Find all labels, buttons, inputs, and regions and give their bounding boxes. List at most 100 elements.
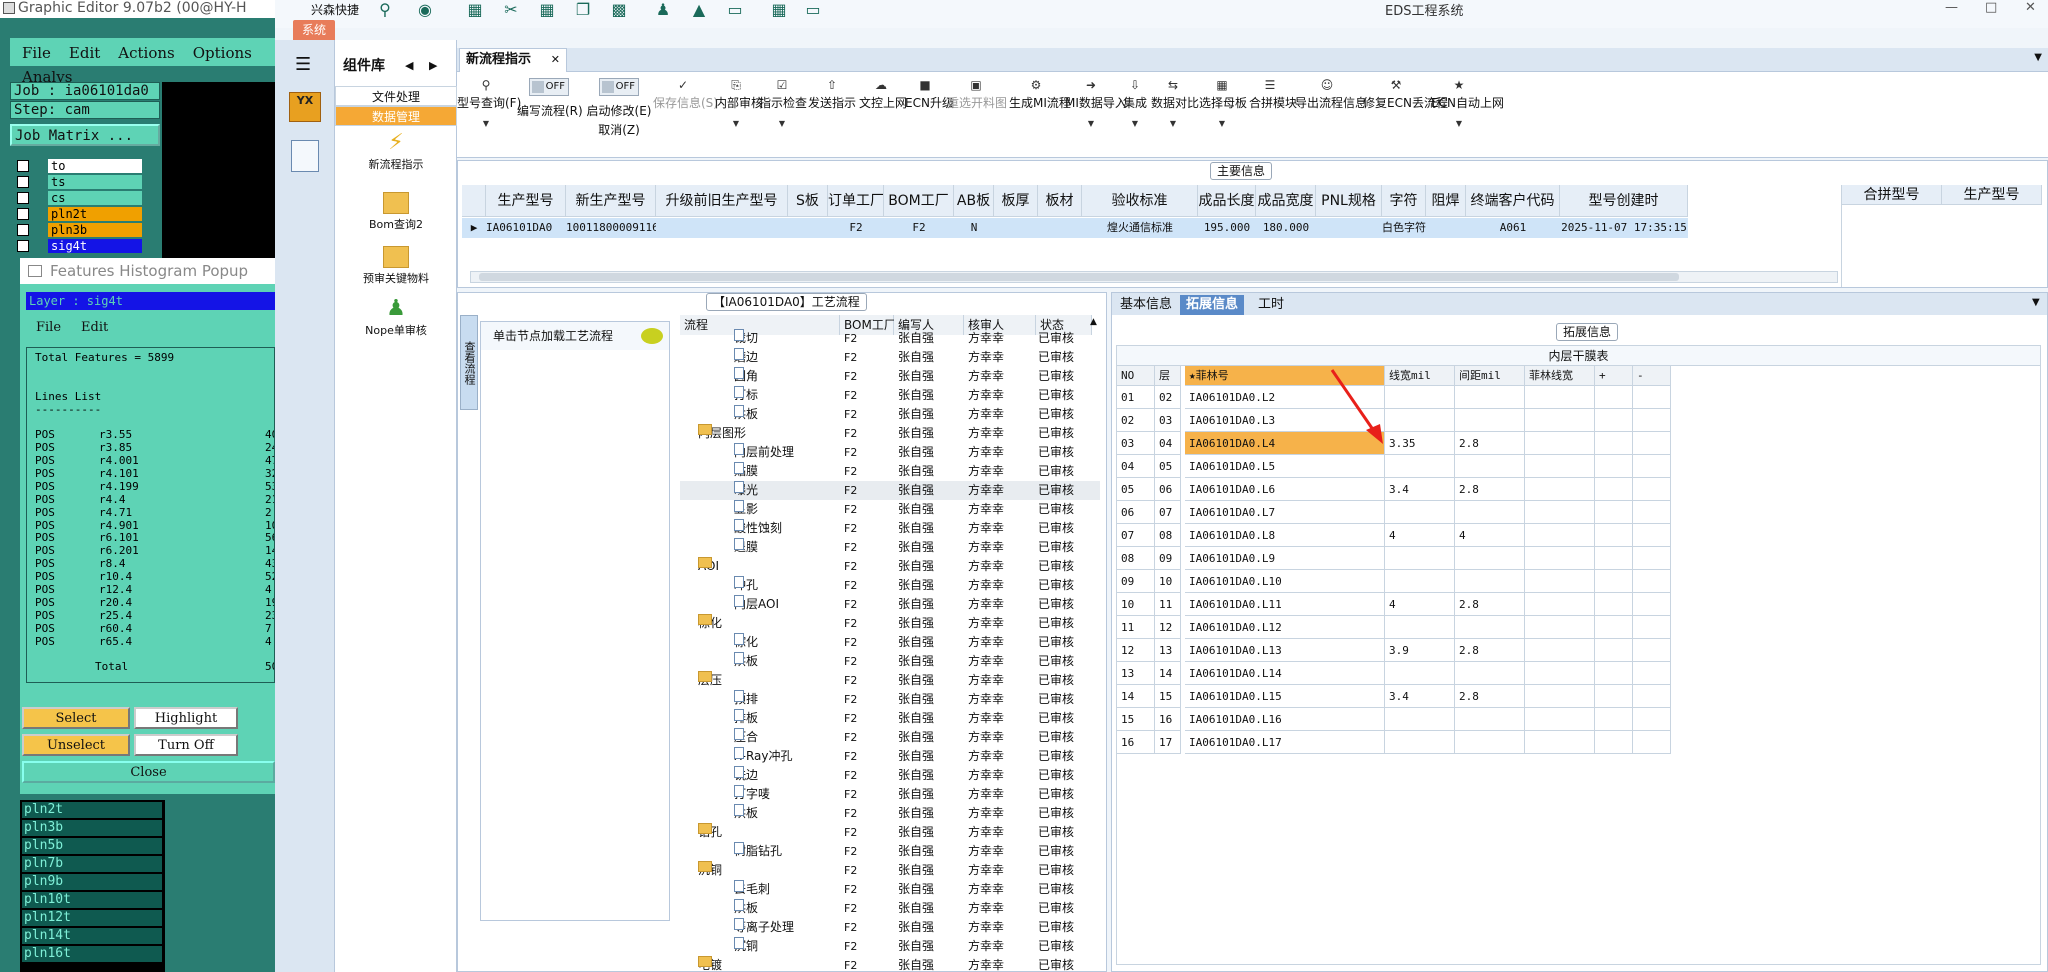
laminate-cell[interactable]: 3.35 [1385,432,1455,455]
tree-folder-node[interactable]: −棕化 [698,614,722,633]
laminate-cell[interactable]: 03 [1155,409,1181,432]
laminate-cell[interactable]: 11 [1117,616,1155,639]
laminate-cell[interactable]: 10 [1155,570,1181,593]
tree-row[interactable]: 等离子处理 F2 张自强 方幸幸 已审核 [680,918,1100,937]
lib-tab-data[interactable]: 数据管理 [335,106,457,126]
menu-actions[interactable]: Actions [106,38,180,62]
tree-leaf-node[interactable]: 显影 [734,500,758,519]
tree-leaf-node[interactable]: 烘板 [734,804,758,823]
laminate-cell[interactable]: IA06101DA0.L6 [1185,478,1385,501]
laminate-cell[interactable]: 4 [1385,593,1455,616]
laminate-cell[interactable] [1525,455,1595,478]
toggle-switch[interactable]: OFF [599,78,639,96]
column-header[interactable]: AB板 [954,185,994,217]
toolbar-button[interactable]: ■ ECN升级 [905,78,954,158]
tree-row[interactable]: −电镀 F2 张自强 方幸幸 已审核 [680,956,1100,972]
table-cell[interactable]: 180.000 [1256,218,1316,238]
laminate-cell[interactable] [1385,409,1455,432]
toolbar-button[interactable]: OFF 编写流程(R) [517,78,583,158]
laminate-cell[interactable]: IA06101DA0.L17 [1185,731,1385,754]
laminate-column-header[interactable]: 间距mil [1455,366,1525,386]
lifebuoy-icon[interactable]: ◉ [415,1,435,19]
table-cell[interactable] [1426,218,1466,238]
laminate-cell[interactable] [1525,386,1595,409]
toolbar-button[interactable]: ☁ 文控上网 [859,78,907,158]
laminate-cell[interactable]: 12 [1155,616,1181,639]
monitor-icon[interactable]: ▭ [725,1,745,19]
row-selector[interactable]: ▶ [462,218,486,238]
laminate-cell[interactable] [1633,616,1671,639]
laminate-cell[interactable] [1595,685,1633,708]
laminate-row[interactable]: 10 11 IA06101DA0.L11 4 2.8 [1117,593,1677,616]
tree-leaf-node[interactable]: 打字唛 [734,785,770,804]
table-cell[interactable]: F2 [828,218,884,238]
laminate-cell[interactable]: IA06101DA0.L9 [1185,547,1385,570]
layer-list-item[interactable]: pln16t [22,946,162,962]
laminate-cell[interactable] [1525,731,1595,754]
yx-factory-icon[interactable]: YX [289,92,321,122]
toolbar-button[interactable]: ⇆ 数据对比 ▼ [1151,78,1199,158]
toolbar-button[interactable]: ⚲ 型号查询(F) ▼ [457,78,521,158]
laminate-cell[interactable]: IA06101DA0.L7 [1185,501,1385,524]
laminate-cell[interactable]: 3.4 [1385,685,1455,708]
laminate-cell[interactable] [1633,570,1671,593]
tree-row[interactable]: 压合 F2 张自强 方幸幸 已审核 [680,728,1100,747]
laminate-cell[interactable]: 05 [1117,478,1155,501]
laminate-cell[interactable] [1525,662,1595,685]
laminate-cell[interactable] [1595,524,1633,547]
laminate-cell[interactable] [1525,708,1595,731]
table-cell[interactable]: 煌火通信标准 [1082,218,1198,238]
laminate-cell[interactable]: IA06101DA0.L13 [1185,639,1385,662]
laminate-row[interactable]: 09 10 IA06101DA0.L10 [1117,570,1677,593]
layer-checkbox[interactable] [17,240,29,252]
scissors-icon[interactable]: ✂ [501,1,521,19]
laminate-cell[interactable]: 02 [1155,386,1181,409]
laminate-cell[interactable] [1525,593,1595,616]
laminate-cell[interactable]: 01 [1117,386,1155,409]
tree-leaf-node[interactable]: 棕化 [734,633,758,652]
tree-folder-node[interactable]: −电镀 [698,956,722,972]
calculator-icon[interactable] [291,140,319,172]
laminate-cell[interactable] [1385,455,1455,478]
tree-row[interactable]: 烘板 F2 张自强 方幸幸 已审核 [680,804,1100,823]
chevron-down-icon[interactable]: ▼ [715,119,757,128]
minimize-icon[interactable]: — [1945,0,1958,15]
laminate-cell[interactable]: 07 [1155,501,1181,524]
tree-row[interactable]: −沉铜 F2 张自强 方幸幸 已审核 [680,861,1100,880]
toolbar-button[interactable]: ➜ MI数据导入 ▼ [1065,78,1127,158]
toolbar-button[interactable]: ⇩ 集成 ▼ [1121,78,1149,158]
column-header[interactable]: PNL规格 [1316,185,1382,217]
laminate-cell[interactable] [1455,501,1525,524]
column-header[interactable]: 板材 [1038,185,1082,217]
book-icon[interactable]: ▭ [803,1,823,19]
tree-leaf-node[interactable]: 磨边 [734,348,758,367]
apps-icon[interactable]: ▩ [609,1,629,19]
toolbar-button[interactable]: ⚙ 生成MI流程 [1009,78,1071,158]
laminate-cell[interactable] [1595,639,1633,662]
tree-leaf-node[interactable]: 退膜 [734,538,758,557]
column-header[interactable]: BOM工厂 [884,185,954,217]
horizontal-scrollbar[interactable] [470,271,1838,283]
table-cell[interactable]: IA06101DA0 [486,218,566,238]
laminate-cell[interactable] [1455,731,1525,754]
layer-list-item[interactable]: pln9b [22,874,162,890]
laminate-cell[interactable] [1633,547,1671,570]
laminate-cell[interactable]: IA06101DA0.L14 [1185,662,1385,685]
laminate-cell[interactable]: 15 [1117,708,1155,731]
table-cell[interactable] [994,218,1038,238]
tree-leaf-node[interactable]: 铣边 [734,766,758,785]
layer-list-item[interactable]: pln7b [22,856,162,872]
column-header[interactable]: 生产型号 [486,185,566,217]
laminate-cell[interactable]: 08 [1155,524,1181,547]
laminate-cell[interactable]: 4 [1385,524,1455,547]
laminate-column-header[interactable]: - [1633,366,1671,386]
laminate-cell[interactable]: IA06101DA0.L12 [1185,616,1385,639]
table-cell[interactable]: 2025-11-07 17:35:15 [1560,218,1688,238]
laminate-column-header[interactable]: NO [1117,366,1155,386]
laminate-cell[interactable] [1633,685,1671,708]
table-cell[interactable]: 白色字符 [1382,218,1426,238]
laminate-cell[interactable] [1525,570,1595,593]
laminate-cell[interactable] [1633,455,1671,478]
chevron-down-icon[interactable]: ▼ [1151,119,1195,128]
tree-row[interactable]: 酸性蚀刻 F2 张自强 方幸幸 已审核 [680,519,1100,538]
